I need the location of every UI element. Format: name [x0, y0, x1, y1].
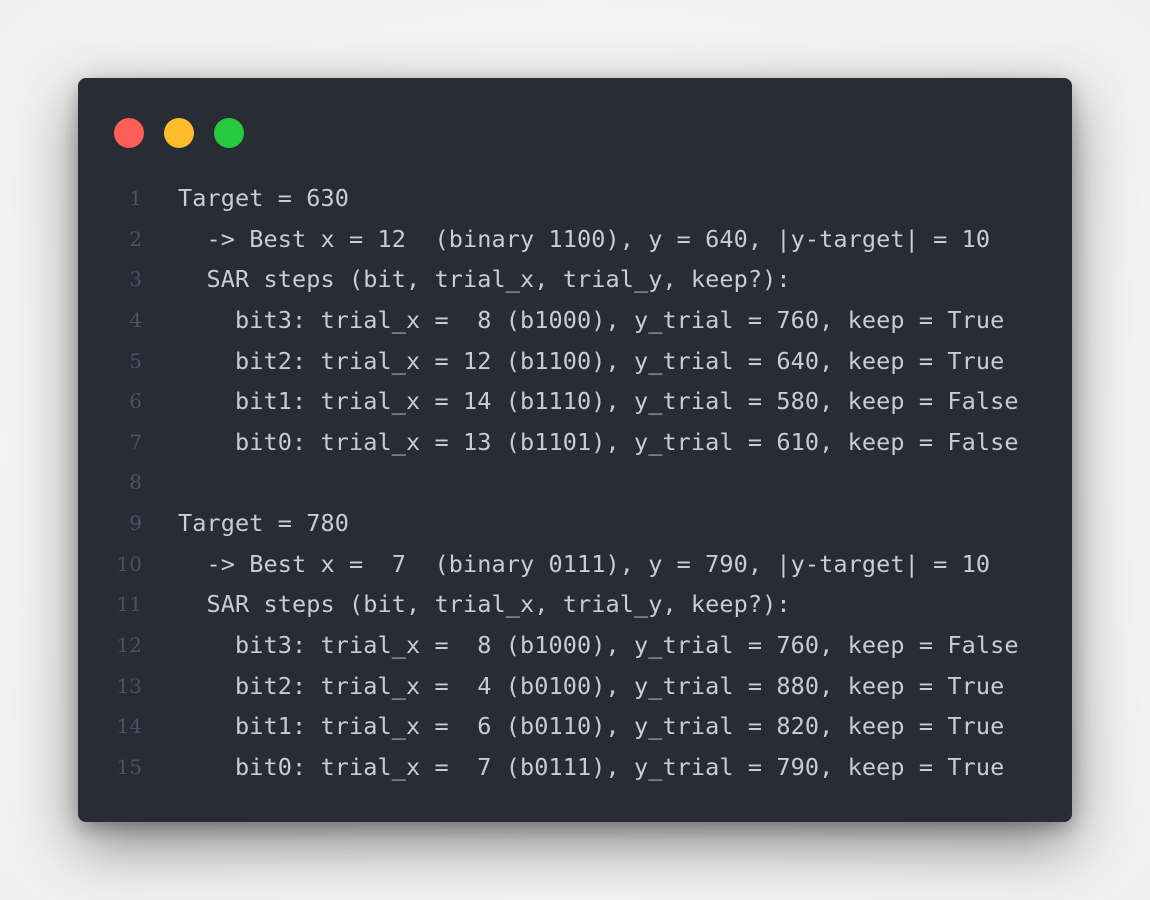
line-number: 2 [129, 226, 142, 251]
code-line: 10 -> Best x = 7 (binary 0111), y = 790,… [78, 544, 1072, 585]
code-text: bit1: trial_x = 6 (b0110), y_trial = 820… [178, 712, 1005, 741]
code-line: 3 SAR steps (bit, trial_x, trial_y, keep… [78, 259, 1072, 300]
line-number: 7 [129, 429, 142, 454]
code-line: 6 bit1: trial_x = 14 (b1110), y_trial = … [78, 381, 1072, 422]
code-line: 12 bit3: trial_x = 8 (b1000), y_trial = … [78, 625, 1072, 666]
code-text: -> Best x = 7 (binary 0111), y = 790, |y… [178, 549, 991, 578]
close-button[interactable] [114, 118, 144, 148]
line-number: 8 [129, 470, 142, 495]
code-text: bit2: trial_x = 12 (b1100), y_trial = 64… [178, 346, 1005, 375]
line-number: 11 [116, 592, 142, 617]
line-number: 1 [129, 186, 142, 210]
minimize-button[interactable] [164, 118, 194, 148]
code-line: 8 [78, 462, 1072, 503]
code-block[interactable]: 1 Target = 630 2 -> Best x = 12 (binary 1… [78, 178, 1072, 788]
code-text: SAR steps (bit, trial_x, trial_y, keep?)… [178, 590, 791, 619]
code-text: bit2: trial_x = 4 (b0100), y_trial = 880… [178, 671, 1005, 700]
code-line: 4 bit3: trial_x = 8 (b1000), y_trial = 7… [78, 300, 1072, 341]
line-number: 5 [129, 348, 142, 373]
line-number: 10 [116, 551, 142, 576]
code-text: SAR steps (bit, trial_x, trial_y, keep?)… [178, 265, 791, 294]
line-number: 14 [116, 714, 142, 739]
code-text: bit3: trial_x = 8 (b1000), y_trial = 760… [178, 305, 1005, 334]
line-number: 15 [116, 754, 142, 779]
line-number: 6 [129, 389, 142, 414]
line-number: 3 [129, 267, 142, 292]
code-text: Target = 780 [178, 509, 349, 538]
code-window: 1 Target = 630 2 -> Best x = 12 (binary 1… [78, 78, 1072, 822]
line-number: 9 [129, 511, 142, 536]
code-line: 2 -> Best x = 12 (binary 1100), y = 640,… [78, 219, 1072, 260]
code-text: bit0: trial_x = 13 (b1101), y_trial = 61… [178, 427, 1019, 456]
code-line: 13 bit2: trial_x = 4 (b0100), y_trial = … [78, 666, 1072, 707]
code-line: 15 bit0: trial_x = 7 (b0111), y_trial = … [78, 747, 1072, 788]
code-text: bit3: trial_x = 8 (b1000), y_trial = 760… [178, 631, 1019, 660]
code-text: Target = 630 [178, 184, 349, 212]
code-text: -> Best x = 12 (binary 1100), y = 640, |… [178, 224, 991, 253]
maximize-button[interactable] [214, 118, 244, 148]
code-text: bit0: trial_x = 7 (b0111), y_trial = 790… [178, 752, 1005, 781]
window-controls [114, 118, 244, 148]
line-number: 4 [129, 307, 142, 332]
code-line: 9 Target = 780 [78, 503, 1072, 544]
code-line: 7 bit0: trial_x = 13 (b1101), y_trial = … [78, 422, 1072, 463]
code-text: bit1: trial_x = 14 (b1110), y_trial = 58… [178, 387, 1019, 416]
code-line: 11 SAR steps (bit, trial_x, trial_y, kee… [78, 584, 1072, 625]
line-number: 12 [116, 633, 142, 658]
code-line: 5 bit2: trial_x = 12 (b1100), y_trial = … [78, 341, 1072, 382]
line-number: 13 [116, 673, 142, 698]
code-line: 1 Target = 630 [78, 178, 1072, 219]
code-line: 14 bit1: trial_x = 6 (b0110), y_trial = … [78, 706, 1072, 747]
